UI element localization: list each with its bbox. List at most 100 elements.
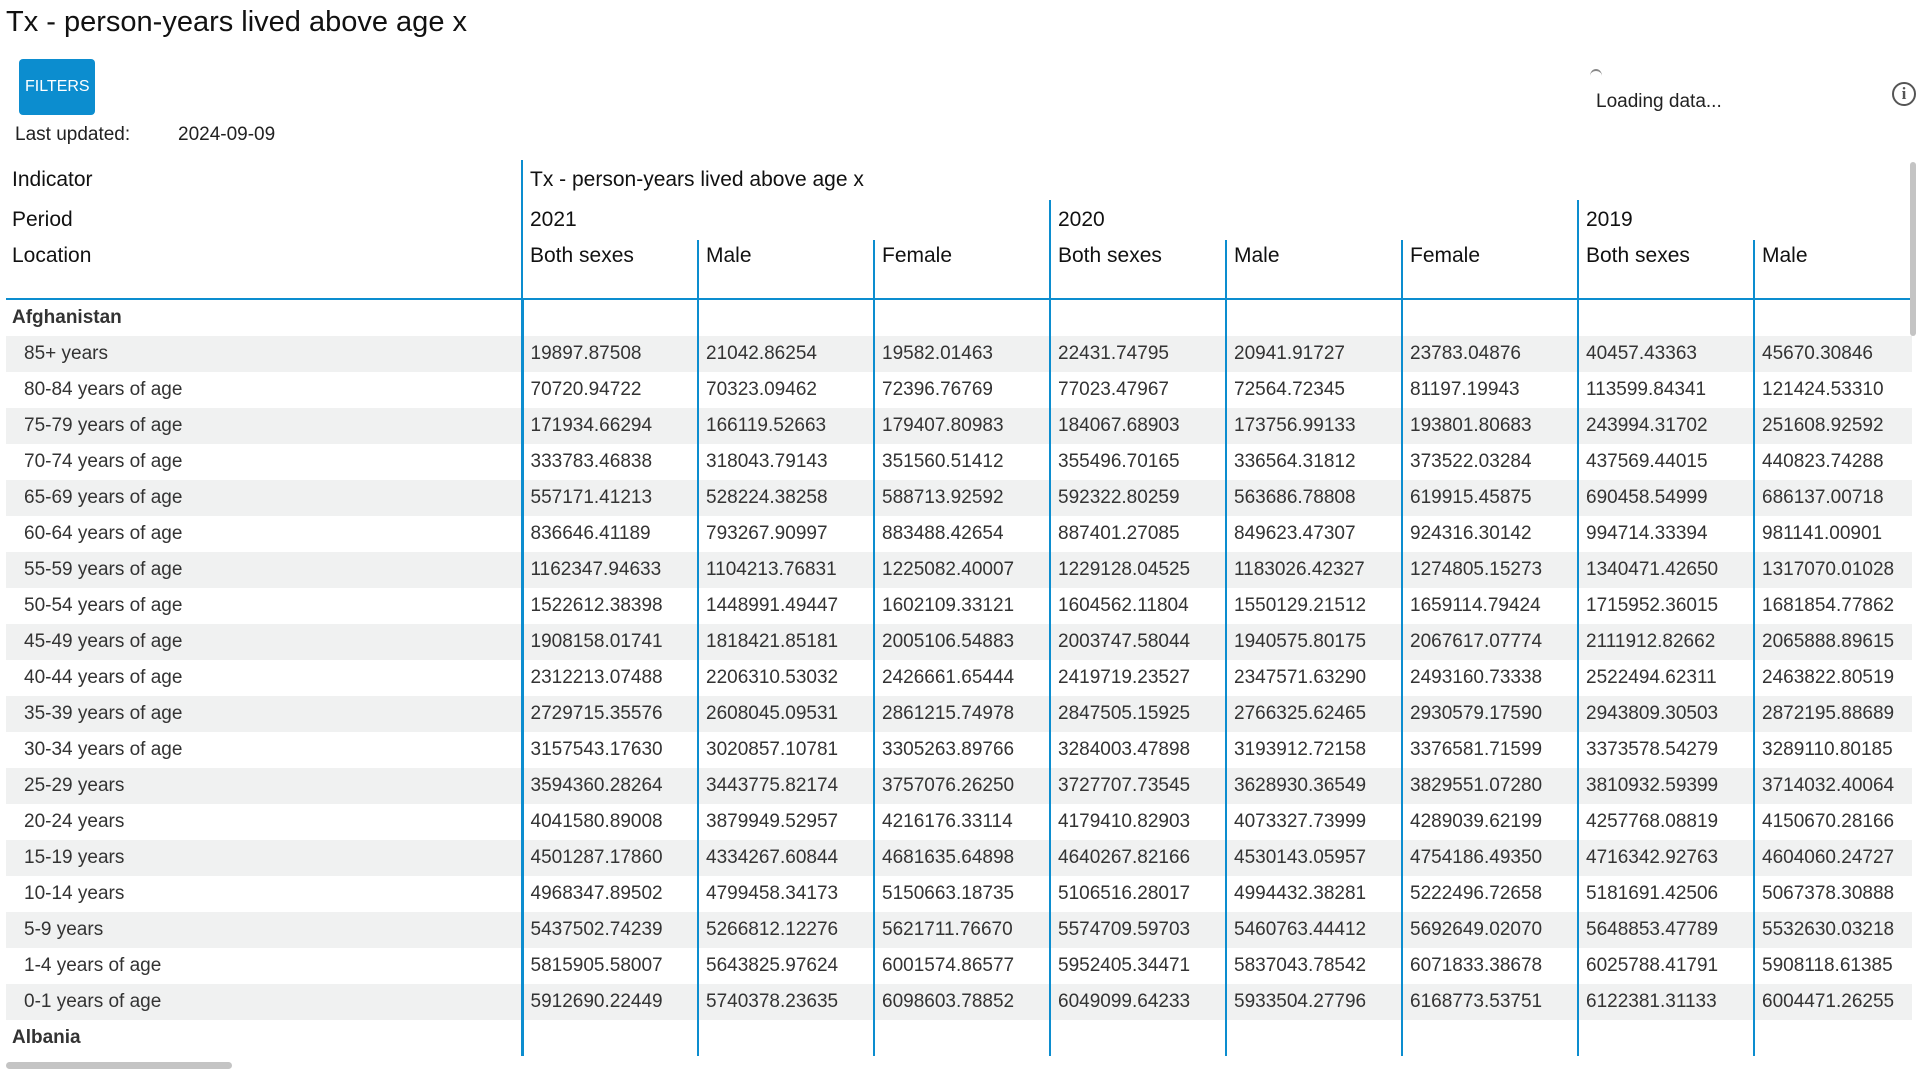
value-cell: 3727707.73545 (1049, 768, 1226, 804)
value-cell: 1602109.33121 (873, 588, 1050, 624)
location-group-row: Afghanistan (6, 299, 1912, 336)
value-cell: 179407.80983 (873, 408, 1050, 444)
empty-cell (1049, 299, 1226, 336)
empty-cell (1225, 299, 1402, 336)
value-cell: 19897.87508 (520, 336, 698, 372)
table-row: 60-64 years of age 836646.41189 793267.909… (6, 516, 1912, 552)
value-cell: 193801.80683 (1401, 408, 1578, 444)
table-row: 85+ years 19897.87508 21042.86254 19582.014… (6, 336, 1912, 372)
header-label-location: Location (6, 240, 522, 300)
value-cell: 3829551.07280 (1401, 768, 1578, 804)
age-group-label: 35-39 years of age (6, 696, 522, 732)
value-cell: 173756.99133 (1225, 408, 1402, 444)
value-cell: 619915.45875 (1401, 480, 1578, 516)
value-cell: 77023.47967 (1049, 372, 1226, 408)
value-cell: 373522.03284 (1401, 444, 1578, 480)
value-cell: 336564.31812 (1225, 444, 1402, 480)
age-group-label: 5-9 years (6, 912, 522, 948)
value-cell: 3594360.28264 (520, 768, 698, 804)
age-group-label: 80-84 years of age (24, 379, 183, 400)
value-cell: 2005106.54883 (873, 624, 1050, 660)
value-cell: 1715952.36015 (1577, 588, 1754, 624)
sex-header: Both sexes (521, 240, 698, 300)
location-name: Afghanistan (6, 299, 522, 336)
value-cell: 351560.51412 (873, 444, 1050, 480)
age-group-label: 55-59 years of age (6, 552, 522, 588)
value-cell: 5621711.76670 (873, 912, 1050, 948)
value-cell: 4216176.33114 (873, 804, 1050, 840)
period-header: 2021 (521, 200, 1050, 240)
empty-cell (697, 299, 874, 336)
value-cell: 4289039.62199 (1401, 804, 1578, 840)
value-cell: 5222496.72658 (1401, 876, 1578, 912)
value-cell: 5532630.03218 (1752, 912, 1912, 948)
value-cell: 4640267.82166 (1049, 840, 1226, 876)
age-group-label: 40-44 years of age (24, 667, 183, 688)
value-cell: 793267.90997 (697, 516, 874, 552)
table-row: 15-19 years 4501287.17860 4334267.60844 468… (6, 840, 1912, 876)
value-cell: 6004471.26255 (1752, 984, 1912, 1020)
value-cell: 40457.43363 (1577, 336, 1754, 372)
value-cell: 4681635.64898 (873, 840, 1050, 876)
vertical-scrollbar[interactable] (1910, 162, 1916, 336)
filters-button[interactable]: FILTERS (19, 59, 95, 115)
age-group-label: 10-14 years (24, 883, 125, 904)
value-cell: 1550129.21512 (1225, 588, 1402, 624)
value-cell: 4257768.08819 (1577, 804, 1754, 840)
value-cell: 4604060.24727 (1752, 840, 1912, 876)
value-cell: 70323.09462 (697, 372, 874, 408)
table-row: 55-59 years of age 1162347.94633 1104213.7… (6, 552, 1912, 588)
value-cell: 2347571.63290 (1225, 660, 1402, 696)
value-cell: 2847505.15925 (1049, 696, 1226, 732)
age-group-label: 30-34 years of age (24, 739, 183, 760)
value-cell: 5648853.47789 (1577, 912, 1754, 948)
value-cell: 1908158.01741 (520, 624, 698, 660)
value-cell: 5150663.18735 (873, 876, 1050, 912)
value-cell: 5912690.22449 (520, 984, 698, 1020)
location-group-row: Albania (6, 1020, 1912, 1056)
age-group-label: 75-79 years of age (6, 408, 522, 444)
value-cell: 2766325.62465 (1225, 696, 1402, 732)
value-cell: 2943809.30503 (1577, 696, 1754, 732)
value-cell: 1229128.04525 (1049, 552, 1226, 588)
table-body: Afghanistan 85+ years 19897.87508 21042.862… (6, 299, 1912, 1056)
empty-cell (873, 299, 1050, 336)
value-cell: 2493160.73338 (1401, 660, 1578, 696)
value-cell: 3757076.26250 (873, 768, 1050, 804)
table-row: 30-34 years of age 3157543.17630 3020857.1… (6, 732, 1912, 768)
value-cell: 563686.78808 (1225, 480, 1402, 516)
value-cell: 3373578.54279 (1577, 732, 1754, 768)
value-cell: 3714032.40064 (1752, 768, 1912, 804)
value-cell: 1104213.76831 (697, 552, 874, 588)
value-cell: 528224.38258 (697, 480, 874, 516)
value-cell: 355496.70165 (1049, 444, 1226, 480)
value-cell: 20941.91727 (1225, 336, 1402, 372)
value-cell: 557171.41213 (520, 480, 698, 516)
sex-header: Female (873, 240, 1050, 300)
empty-cell (1752, 1020, 1912, 1056)
horizontal-scrollbar[interactable] (6, 1062, 232, 1069)
empty-cell (697, 1020, 874, 1056)
value-cell: 5266812.12276 (697, 912, 874, 948)
value-cell: 437569.44015 (1577, 444, 1754, 480)
value-cell: 4968347.89502 (520, 876, 698, 912)
table-row: 75-79 years of age 171934.66294 166119.526… (6, 408, 1912, 444)
value-cell: 2067617.07774 (1401, 624, 1578, 660)
value-cell: 2930579.17590 (1401, 696, 1578, 732)
value-cell: 70720.94722 (520, 372, 698, 408)
data-table-container[interactable]: Indicator Tx - person-years lived above … (6, 160, 1912, 1066)
table-row: 0-1 years of age 5912690.22449 5740378.236… (6, 984, 1912, 1020)
value-cell: 1274805.15273 (1401, 552, 1578, 588)
value-cell: 1225082.40007 (873, 552, 1050, 588)
value-cell: 4334267.60844 (697, 840, 874, 876)
value-cell: 6098603.78852 (873, 984, 1050, 1020)
value-cell: 1317070.01028 (1752, 552, 1912, 588)
value-cell: 5437502.74239 (520, 912, 698, 948)
value-cell: 3020857.10781 (697, 732, 874, 768)
value-cell: 3289110.80185 (1752, 732, 1912, 768)
value-cell: 994714.33394 (1577, 516, 1754, 552)
table-row: 45-49 years of age 1908158.01741 1818421.8… (6, 624, 1912, 660)
value-cell: 2312213.07488 (520, 660, 698, 696)
info-icon[interactable]: i (1892, 82, 1916, 106)
value-cell: 883488.42654 (873, 516, 1050, 552)
